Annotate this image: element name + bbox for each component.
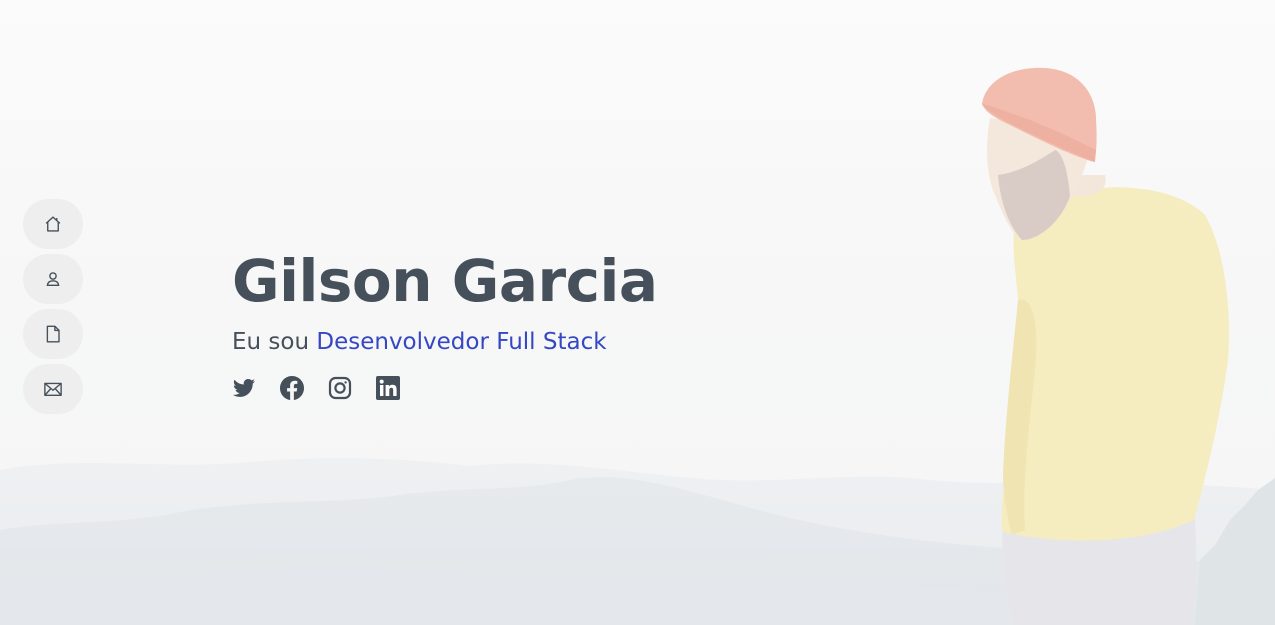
instagram-link[interactable]	[328, 376, 352, 400]
hero-subtitle: Eu sou Desenvolvedor Full Stack	[232, 326, 657, 358]
person-icon	[46, 272, 60, 286]
twitter-icon	[233, 379, 255, 397]
envelope-icon	[44, 382, 62, 396]
nav-resume-button[interactable]	[23, 309, 83, 359]
nav-contact-button[interactable]	[23, 364, 83, 414]
nav-about-button[interactable]	[23, 254, 83, 304]
hero-content: Gilson Garcia Eu sou Desenvolvedor Full …	[232, 247, 658, 400]
twitter-link[interactable]	[232, 376, 256, 400]
hero-intro: Eu sou	[232, 329, 310, 355]
hero-role: Desenvolvedor Full Stack	[316, 329, 607, 355]
hero-name: Gilson Garcia	[232, 247, 658, 315]
linkedin-link[interactable]	[376, 376, 400, 400]
file-icon	[46, 325, 60, 343]
facebook-icon	[280, 376, 304, 400]
instagram-icon	[328, 376, 352, 400]
social-links	[232, 376, 657, 400]
facebook-link[interactable]	[280, 376, 304, 400]
home-icon	[45, 216, 61, 232]
nav-home-button[interactable]	[23, 199, 83, 249]
linkedin-icon	[376, 376, 400, 400]
side-navigation	[23, 199, 83, 419]
person-figure	[982, 67, 1230, 625]
